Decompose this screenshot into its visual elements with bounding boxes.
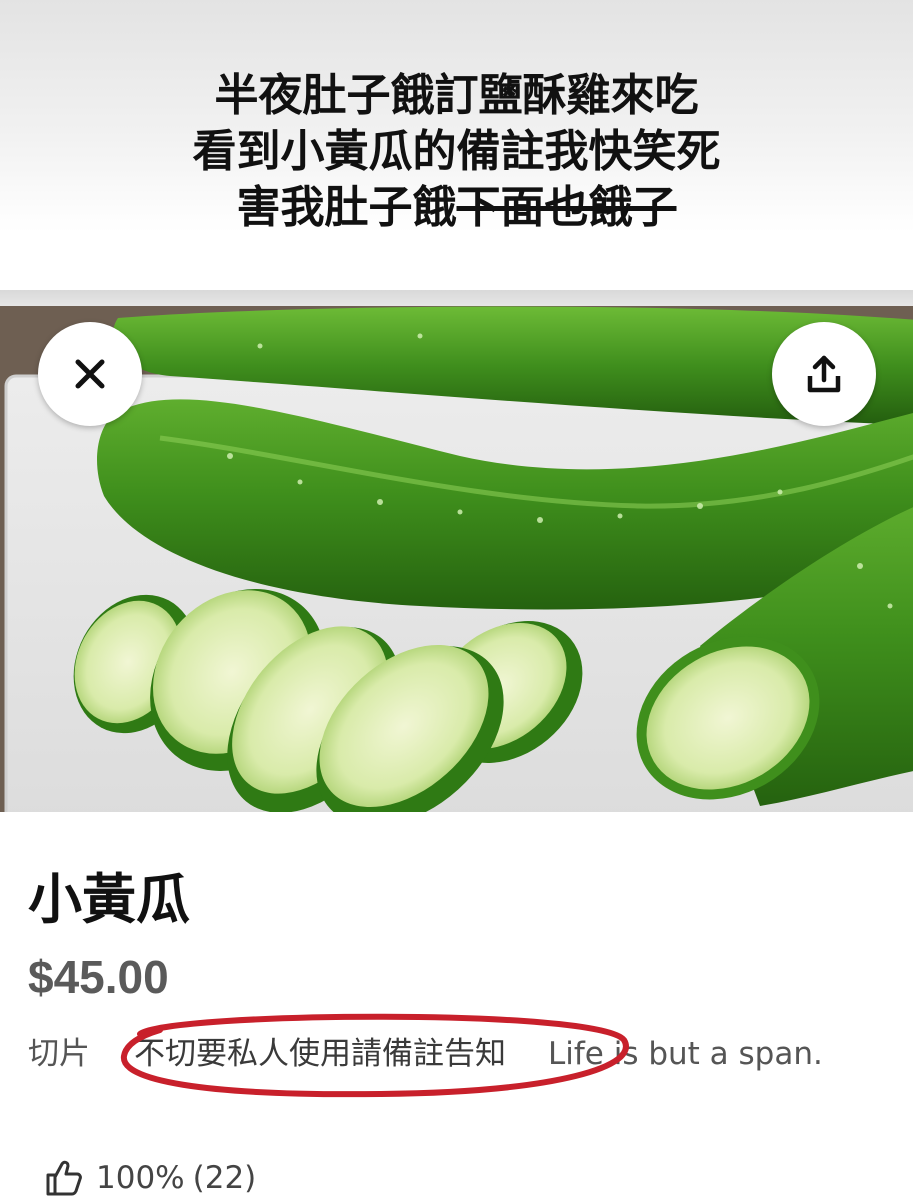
description-circled-note: 不切要私人使用請備註告知 (134, 1036, 506, 1072)
caption-line-1: 半夜肚子餓訂鹽酥雞來吃 (214, 70, 699, 121)
rating-count: (22) (192, 1160, 257, 1196)
rating-percent: 100% (96, 1160, 185, 1196)
caption-text: 半夜肚子餓訂鹽酥雞來吃 看到小黃瓜的備註我快笑死 害我肚子餓下面也餓了 (0, 68, 913, 236)
product-title: 小黃瓜 (28, 868, 190, 931)
caption-line-2: 看到小黃瓜的備註我快笑死 (192, 126, 721, 177)
divider (0, 290, 913, 306)
caption-line-3: 害我肚子餓下面也餓了 (0, 180, 913, 236)
rating-row: 100% (22) (44, 1154, 256, 1202)
description-part-3: Life is but a span. (548, 1036, 823, 1072)
product-description: 切片 不切要私人使用請備註告知 Life is but a span. (28, 1027, 898, 1082)
product-price: $45.00 (28, 951, 169, 1003)
close-button[interactable] (38, 322, 142, 426)
thumbs-up-icon (46, 1160, 82, 1196)
caption-banner: 半夜肚子餓訂鹽酥雞來吃 看到小黃瓜的備註我快笑死 害我肚子餓下面也餓了 (0, 0, 913, 290)
caption-line-3-struck: 下面也餓了 (456, 182, 677, 233)
description-part-1: 切片 (28, 1036, 90, 1072)
caption-line-3-plain: 害我肚子餓 (236, 182, 457, 233)
close-icon (75, 359, 105, 389)
share-button[interactable] (772, 322, 876, 426)
share-icon (807, 355, 841, 393)
